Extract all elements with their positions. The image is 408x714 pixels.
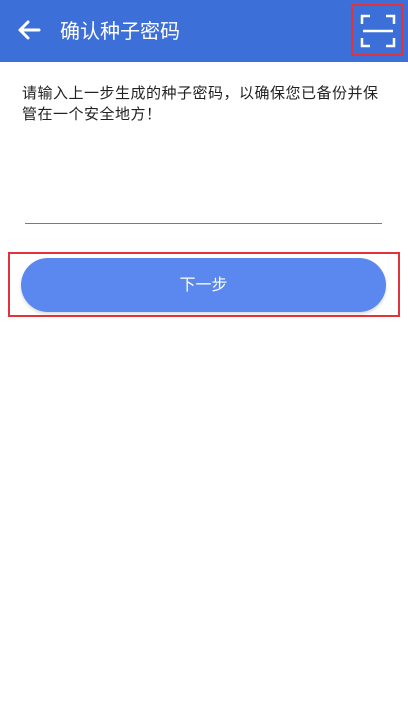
next-button[interactable]: 下一步	[21, 258, 386, 312]
arrow-left-icon	[18, 20, 41, 40]
instruction-text: 请输入上一步生成的种子密码，以确保您已备份并保管在一个安全地方！	[22, 84, 379, 123]
back-button[interactable]	[12, 13, 46, 47]
next-button-highlight: 下一步	[8, 252, 400, 317]
page-title: 确认种子密码	[60, 19, 180, 43]
top-bar: 确认种子密码	[0, 0, 408, 62]
scan-button[interactable]	[351, 4, 403, 56]
app-screen: 确认种子密码 请输入上一步生成的种子密码，以确保您已备份并保管在一个安全地方！ …	[0, 0, 408, 714]
seed-password-input[interactable]	[25, 175, 382, 224]
scan-icon	[360, 14, 396, 48]
